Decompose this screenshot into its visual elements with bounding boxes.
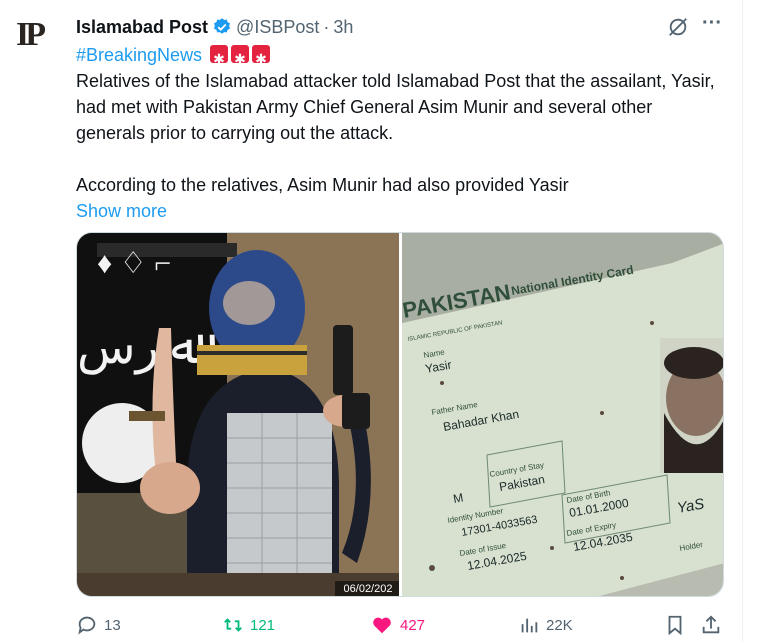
id-card-photo[interactable]: PAKISTAN National Identity Card ISLAMIC … xyxy=(402,233,724,597)
siren-icon xyxy=(231,45,250,72)
author-name[interactable]: Islamabad Post xyxy=(76,17,208,38)
grok-icon[interactable] xyxy=(667,16,689,38)
like-count: 427 xyxy=(400,616,426,634)
attacker-photo[interactable]: ♦ ♢ ⌐ ﷲ رس xyxy=(77,233,401,597)
repost-icon xyxy=(224,618,242,632)
hashtag-link[interactable]: #BreakingNews xyxy=(76,45,202,65)
views-button[interactable]: 22K xyxy=(518,614,573,636)
views-icon xyxy=(521,618,538,633)
siren-icon xyxy=(210,45,229,72)
tweet-time[interactable]: 3h xyxy=(333,17,353,38)
like-button[interactable]: 427 xyxy=(370,614,425,636)
bookmark-icon xyxy=(668,615,682,636)
photo-date-stamp: 06/02/202 xyxy=(335,581,401,596)
views-count: 22K xyxy=(546,616,573,634)
bookmark-button[interactable] xyxy=(664,614,692,636)
more-options-icon[interactable]: ··· xyxy=(700,13,724,38)
flag-script: ♦ ♢ ⌐ xyxy=(97,247,171,280)
reply-button[interactable]: 13 xyxy=(76,614,121,636)
tweet-header: Islamabad Post @ISBPost · 3h xyxy=(76,14,353,40)
tweet-paragraph-2: According to the relatives, Asim Munir h… xyxy=(76,175,569,195)
author-handle[interactable]: @ISBPost xyxy=(236,17,319,38)
verified-badge-icon[interactable] xyxy=(212,17,232,37)
separator-dot: · xyxy=(323,16,330,37)
reply-count: 13 xyxy=(104,616,121,634)
show-more-link[interactable]: Show more xyxy=(76,198,726,224)
repost-count: 121 xyxy=(250,616,276,634)
tweet-paragraph-1: Relatives of the Islamabad attacker told… xyxy=(76,71,715,143)
share-icon xyxy=(702,615,720,634)
siren-icon xyxy=(252,45,271,72)
hashtag-line: #BreakingNews xyxy=(76,42,726,72)
tweet-text: #BreakingNews Relatives of the Islamabad… xyxy=(76,42,726,224)
share-button[interactable] xyxy=(700,614,728,636)
card-photo xyxy=(660,338,723,473)
repost-button[interactable]: 121 xyxy=(222,614,275,636)
reply-icon xyxy=(78,616,96,635)
right-border xyxy=(742,0,743,642)
avatar[interactable]: IP xyxy=(16,12,62,58)
tweet-actions: 13 121 427 22K xyxy=(0,612,772,640)
heart-icon xyxy=(373,617,391,634)
media-grid: ♦ ♢ ⌐ ﷲ رس 06/02/202 PAKISTAN National I… xyxy=(76,232,724,597)
